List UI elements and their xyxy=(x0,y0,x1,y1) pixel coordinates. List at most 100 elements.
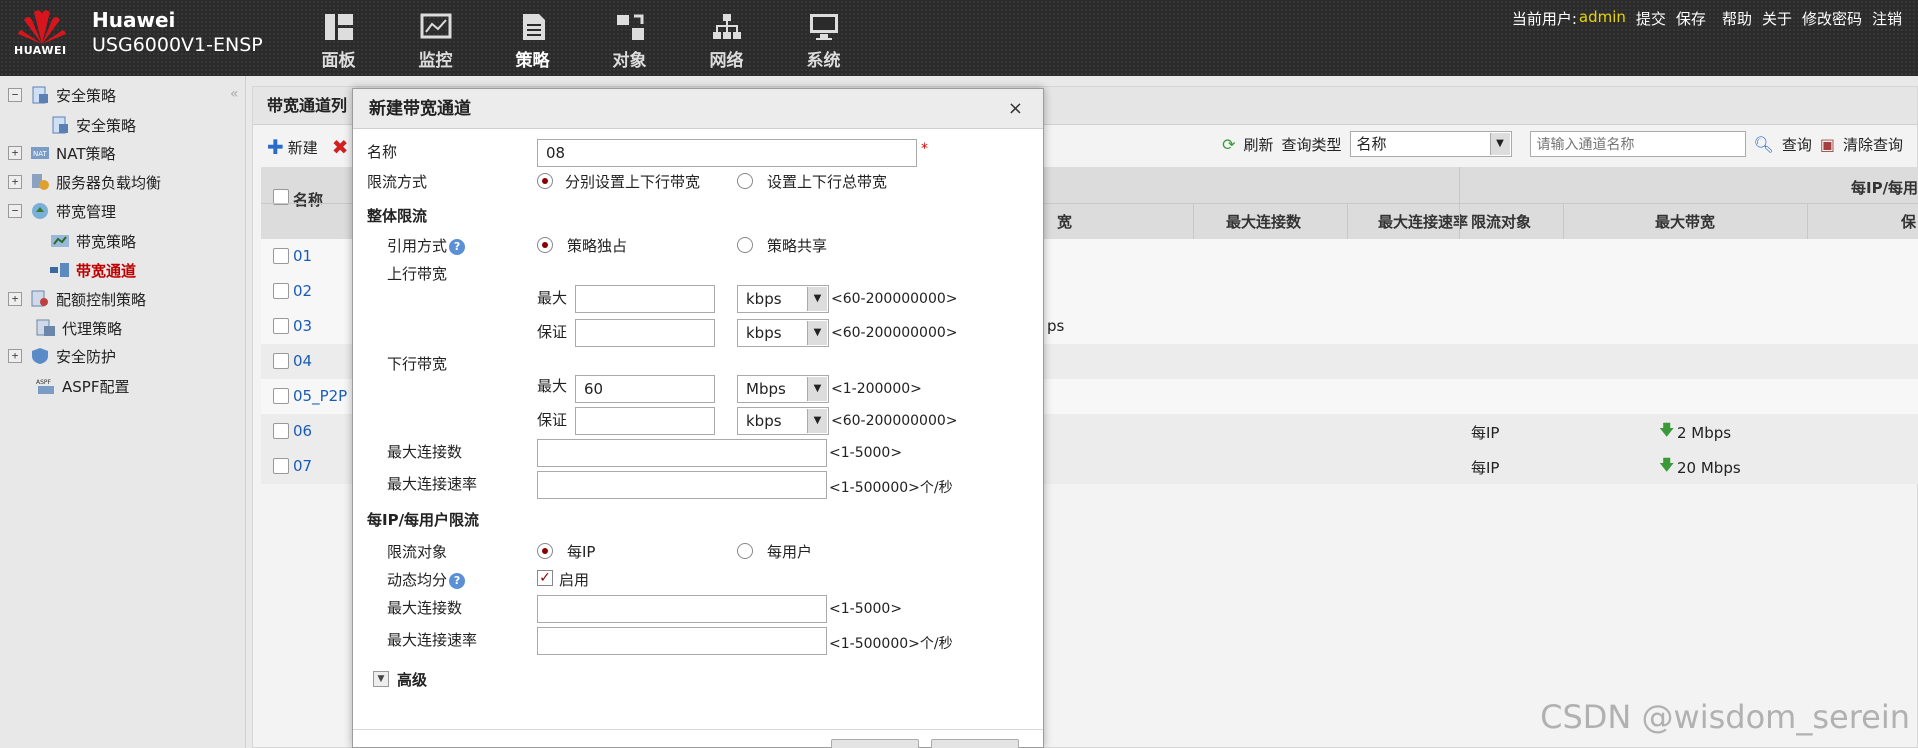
down-guarantee-label: 保证 xyxy=(537,411,568,429)
limit-mode-total-radio[interactable] xyxy=(737,173,753,189)
ref-shared-radio[interactable] xyxy=(737,237,753,253)
nav-object[interactable]: 对象 xyxy=(581,12,678,71)
ip-max-conn-rate-hint: <1-500000>个/秒 xyxy=(829,636,953,652)
column-partial[interactable]: 宽 xyxy=(1057,211,1072,232)
row-name-link[interactable]: 05_P2P xyxy=(293,387,347,405)
limit-mode-separate-radio[interactable] xyxy=(537,173,553,189)
refresh-icon[interactable]: ⟳ xyxy=(1222,135,1235,154)
nav-network[interactable]: 网络 xyxy=(678,12,775,71)
name-label: 名称 xyxy=(367,143,398,161)
expand-advanced-icon[interactable]: ▼ xyxy=(373,671,389,687)
down-guarantee-input[interactable] xyxy=(575,407,715,435)
name-input[interactable]: 08 xyxy=(537,139,917,167)
down-guarantee-unit-select[interactable]: kbps ▼ xyxy=(737,407,829,435)
help-link[interactable]: 帮助 xyxy=(1722,8,1752,29)
help-icon[interactable]: ? xyxy=(449,238,466,255)
help-icon[interactable]: ? xyxy=(449,572,466,589)
nav-monitor[interactable]: 监控 xyxy=(387,12,484,71)
ip-max-conn-input[interactable] xyxy=(537,595,827,623)
sidebar-item-security-policy-group[interactable]: − 安全策略 xyxy=(8,82,116,108)
sidebar-item-bandwidth-channel[interactable]: 带宽通道 xyxy=(50,257,136,283)
per-user-radio[interactable] xyxy=(737,543,753,559)
clear-icon[interactable]: ▣ xyxy=(1820,135,1835,154)
up-max-input[interactable] xyxy=(575,285,715,313)
delete-icon[interactable]: ✖ xyxy=(332,135,349,159)
nav-label: 面板 xyxy=(321,51,356,71)
row-checkbox[interactable] xyxy=(273,248,289,264)
search-icon[interactable]: 🔍︎ xyxy=(1754,135,1774,154)
dashboard-icon xyxy=(324,14,353,40)
nav-dashboard[interactable]: 面板 xyxy=(290,12,387,71)
advanced-section[interactable]: 高级 xyxy=(397,669,427,690)
row-name-link[interactable]: 04 xyxy=(293,352,312,370)
column-name[interactable]: 名称 xyxy=(293,189,323,210)
sidebar-item-security-protection[interactable]: + 安全防护 xyxy=(8,343,116,369)
row-checkbox[interactable] xyxy=(273,458,289,474)
max-conn-rate-input[interactable] xyxy=(537,471,827,499)
up-guarantee-unit-select[interactable]: kbps ▼ xyxy=(737,319,829,347)
close-icon[interactable]: × xyxy=(1008,89,1023,129)
change-password-link[interactable]: 修改密码 xyxy=(1802,8,1862,29)
collapse-icon[interactable]: − xyxy=(8,88,22,102)
ref-exclusive-radio[interactable] xyxy=(537,237,553,253)
sidebar-item-bandwidth-mgmt[interactable]: − 带宽管理 xyxy=(8,198,116,224)
expand-icon[interactable]: + xyxy=(8,349,22,363)
max-conn-input[interactable] xyxy=(537,439,827,467)
row-checkbox[interactable] xyxy=(273,353,289,369)
collapse-icon[interactable]: − xyxy=(8,204,22,218)
sidebar-item-quota-control[interactable]: + 配额控制策略 xyxy=(8,286,146,312)
refresh-button[interactable]: 刷新 xyxy=(1244,134,1274,155)
enable-checkbox[interactable]: ✓ xyxy=(537,570,553,586)
column-max-connections[interactable]: 最大连接数 xyxy=(1226,211,1301,232)
ip-max-conn-rate-input[interactable] xyxy=(537,627,827,655)
cancel-button[interactable] xyxy=(931,739,1019,748)
down-max-input[interactable]: 60 xyxy=(575,375,715,403)
system-icon xyxy=(809,14,838,40)
save-link[interactable]: 保存 xyxy=(1676,8,1706,29)
nav-system[interactable]: 系统 xyxy=(775,12,872,71)
ok-button[interactable] xyxy=(831,739,919,748)
sidebar-collapse-icon[interactable]: « xyxy=(230,86,239,102)
up-guarantee-label: 保证 xyxy=(537,323,568,341)
new-label: 新建 xyxy=(287,138,318,157)
sidebar-item-aspf[interactable]: ASPF ASPF配置 xyxy=(36,373,129,399)
row-checkbox[interactable] xyxy=(273,423,289,439)
per-ip-radio[interactable] xyxy=(537,543,553,559)
sidebar-item-slb[interactable]: + 服务器负载均衡 xyxy=(8,169,161,195)
down-max-unit-select[interactable]: Mbps ▼ xyxy=(737,375,829,403)
up-max-unit-select[interactable]: kbps ▼ xyxy=(737,285,829,313)
row-name-link[interactable]: 07 xyxy=(293,457,312,475)
new-button[interactable]: ✚ 新建 ✖ xyxy=(267,135,349,159)
expand-icon[interactable]: + xyxy=(8,146,22,160)
column-limit-object[interactable]: 限流对象 xyxy=(1471,211,1531,232)
row-name-link[interactable]: 03 xyxy=(293,317,312,335)
submit-link[interactable]: 提交 xyxy=(1636,8,1666,29)
query-type-value: 名称 xyxy=(1356,135,1387,153)
unit-value: kbps xyxy=(746,290,782,308)
sidebar-item-nat-policy[interactable]: + NAT NAT策略 xyxy=(8,140,115,166)
channel-search-input[interactable] xyxy=(1529,131,1746,157)
row-checkbox[interactable] xyxy=(273,318,289,334)
expand-icon[interactable]: + xyxy=(8,292,22,306)
about-link[interactable]: 关于 xyxy=(1762,8,1792,29)
sidebar-item-security-policy[interactable]: 安全策略 xyxy=(50,112,136,138)
row-name-link[interactable]: 01 xyxy=(293,247,312,265)
expand-icon[interactable]: + xyxy=(8,175,22,189)
row-name-link[interactable]: 06 xyxy=(293,422,312,440)
up-guarantee-input[interactable] xyxy=(575,319,715,347)
row-checkbox[interactable] xyxy=(273,283,289,299)
sidebar-item-bandwidth-policy[interactable]: 带宽策略 xyxy=(50,228,136,254)
sidebar-item-proxy-policy[interactable]: 代理策略 xyxy=(36,315,122,341)
query-button[interactable]: 查询 xyxy=(1782,134,1812,155)
row-name-link[interactable]: 02 xyxy=(293,282,312,300)
logout-link[interactable]: 注销 xyxy=(1872,8,1902,29)
nav-policy[interactable]: 策略 xyxy=(484,12,581,71)
query-type-select[interactable]: 名称 ▼ xyxy=(1349,131,1512,157)
max-conn-rate-hint: <1-500000>个/秒 xyxy=(829,480,953,496)
dialog-footer-divider xyxy=(353,729,1043,730)
required-mark: * xyxy=(921,141,928,157)
column-max-connection-rate[interactable]: 最大连接速率 xyxy=(1378,211,1468,232)
clear-query-button[interactable]: 清除查询 xyxy=(1843,134,1903,155)
row-checkbox[interactable] xyxy=(273,388,289,404)
column-max-bandwidth[interactable]: 最大带宽 xyxy=(1655,211,1715,232)
